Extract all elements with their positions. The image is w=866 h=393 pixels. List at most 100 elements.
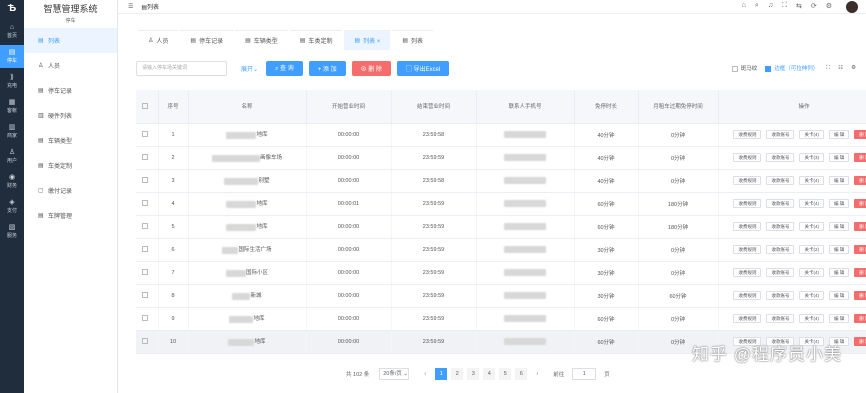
gate-button[interactable]: 关卡(4) <box>799 199 824 208</box>
row-checkbox[interactable] <box>142 315 149 322</box>
col-header[interactable]: 月租车过期免停时间 <box>638 90 719 124</box>
toolbar-icon[interactable]: ♫ <box>768 2 773 10</box>
toolbar-icon[interactable]: ⚙ <box>826 2 832 10</box>
fee-rules-button[interactable]: 收费规则 <box>733 314 762 323</box>
sidebar-item[interactable]: ▤ 列表 <box>24 28 117 53</box>
row-delete-button[interactable]: 删 除 <box>854 337 866 346</box>
payee-account-button[interactable]: 收款账号 <box>766 222 795 231</box>
fee-rules-button[interactable]: 收费规则 <box>733 291 762 300</box>
edit-button[interactable]: 编 辑 <box>828 291 850 300</box>
select-all-cell[interactable] <box>136 90 159 124</box>
tab[interactable]: ▤ 列表 <box>392 30 433 50</box>
row-delete-button[interactable]: 删 除 <box>854 222 866 231</box>
tab[interactable]: ▤ 停车记录 <box>180 30 234 50</box>
row-delete-button[interactable]: 删 除 <box>854 199 866 208</box>
page-number-button[interactable]: 5 <box>499 368 512 380</box>
fee-rules-button[interactable]: 收费规则 <box>733 130 762 139</box>
toolbar-icon[interactable]: ⌂ <box>742 2 746 10</box>
rail-item[interactable]: ⟫ 充电 <box>0 70 24 93</box>
col-header[interactable]: 名称 <box>188 90 307 124</box>
row-select-cell[interactable] <box>136 238 159 262</box>
col-header[interactable]: 序号 <box>158 90 189 124</box>
delete-button[interactable]: ⊗ 删 除 <box>351 60 391 76</box>
sidebar-item[interactable]: ▤ 车类定制 <box>24 153 117 178</box>
row-delete-button[interactable]: 删 除 <box>854 176 866 185</box>
col-header[interactable]: 免停时长 <box>574 90 639 124</box>
row-delete-button[interactable]: 删 除 <box>854 245 866 254</box>
add-button[interactable]: + 添 加 <box>308 60 346 76</box>
fee-rules-button[interactable]: 收费规则 <box>733 153 762 162</box>
row-checkbox[interactable] <box>142 292 149 299</box>
row-select-cell[interactable] <box>136 192 159 216</box>
fee-rules-button[interactable]: 收费规则 <box>733 176 762 185</box>
gate-button[interactable]: 关卡(4) <box>799 176 824 185</box>
rail-item[interactable]: ◈ 支付 <box>0 195 24 218</box>
goto-input[interactable]: 1 <box>572 368 597 380</box>
edit-button[interactable]: 编 辑 <box>828 314 850 323</box>
col-header[interactable]: 开始营业时间 <box>306 90 392 124</box>
rail-item[interactable]: ♙ 用户 <box>0 145 24 168</box>
row-select-cell[interactable] <box>136 284 159 308</box>
sidebar-item[interactable]: ▤ 车辆类型 <box>24 128 117 153</box>
page-size-select[interactable]: 20条/页 ⌄ <box>379 368 410 380</box>
prev-page-button[interactable]: ‹ <box>419 368 431 380</box>
fee-rules-button[interactable]: 收费规则 <box>733 245 762 254</box>
gate-button[interactable]: 关卡(4) <box>799 291 824 300</box>
fee-rules-button[interactable]: 收费规则 <box>733 268 762 277</box>
row-select-cell[interactable] <box>136 330 159 354</box>
edit-button[interactable]: 编 辑 <box>828 245 850 254</box>
gate-button[interactable]: 关卡(4) <box>799 314 824 323</box>
tab[interactable]: ▤ 车辆类型 <box>235 30 288 50</box>
page-number-button[interactable]: 6 <box>515 368 528 380</box>
payee-account-button[interactable]: 收款账号 <box>766 199 795 208</box>
row-checkbox[interactable] <box>142 200 149 207</box>
payee-account-button[interactable]: 收款账号 <box>766 245 795 254</box>
page-number-button[interactable]: 2 <box>451 368 464 380</box>
sidebar-item[interactable]: ▤ 车牌管理 <box>24 203 117 228</box>
tab[interactable]: ♙ 人员 <box>138 30 179 50</box>
table-row[interactable]: 9 地库 00:00:00 23:59:59 60分钟 0分钟 收费规则 收款账号 关卡(4) 编… <box>136 307 866 331</box>
gate-button[interactable]: 关卡(3) <box>799 153 824 162</box>
query-button[interactable]: ⌕ 查 询 <box>266 60 303 76</box>
toolbar-icon[interactable]: ⇆ <box>796 2 802 10</box>
avatar[interactable] <box>846 1 858 13</box>
table-row[interactable]: 2 画像车场 00:00:00 23:59:59 40分钟 0分钟 收费规则 收款账号 关卡(3… <box>136 146 866 170</box>
col-header[interactable]: 联系人手机号 <box>476 90 575 124</box>
row-select-cell[interactable] <box>136 215 159 239</box>
select-all-checkbox[interactable] <box>142 103 149 110</box>
payee-account-button[interactable]: 收款账号 <box>766 314 795 323</box>
edit-button[interactable]: 编 辑 <box>828 176 850 185</box>
table-row[interactable]: 1 地库 00:00:00 23:59:58 40分钟 0分钟 收费规则 收款账号 关卡(4) 编… <box>136 123 866 147</box>
row-select-cell[interactable] <box>136 146 159 170</box>
tab[interactable]: ▤ 列表 × <box>344 30 391 50</box>
gate-button[interactable]: 关卡(4) <box>799 268 824 277</box>
sidebar-item[interactable]: ▤ 停车记录 <box>24 78 117 103</box>
row-checkbox[interactable] <box>142 223 149 230</box>
gate-button[interactable]: 关卡(2) <box>799 245 824 254</box>
border-checkbox[interactable] <box>765 65 772 72</box>
row-delete-button[interactable]: 删 除 <box>854 153 866 162</box>
page-number-button[interactable]: 1 <box>435 368 448 380</box>
edit-button[interactable]: 编 辑 <box>828 222 850 231</box>
row-select-cell[interactable] <box>136 261 159 285</box>
row-checkbox[interactable] <box>142 154 149 161</box>
rail-item[interactable]: ◉ 财务 <box>0 170 24 193</box>
col-header[interactable]: 结束营业时间 <box>391 90 477 124</box>
next-page-button[interactable]: › <box>531 368 543 380</box>
row-checkbox[interactable] <box>142 246 149 253</box>
payee-account-button[interactable]: 收款账号 <box>766 176 795 185</box>
edit-button[interactable]: 编 辑 <box>828 130 850 139</box>
table-row[interactable]: 7 国际小区 00:00:00 23:59:59 30分钟 0分钟 收费规则 收款账号 关卡(4… <box>136 261 866 285</box>
rail-item[interactable]: ▤ 停车 <box>0 45 24 68</box>
page-number-button[interactable]: 3 <box>467 368 480 380</box>
expand-link[interactable]: 展开⌄ <box>241 64 258 73</box>
columns-icon[interactable]: ☷ <box>838 65 843 71</box>
zebra-toggle[interactable]: 斑马纹 <box>731 64 757 72</box>
tab[interactable]: ▤ 车类定制 <box>289 30 343 50</box>
edit-button[interactable]: 编 辑 <box>828 268 850 277</box>
table-row[interactable]: 3 别墅 00:00:00 23:59:58 40分钟 0分钟 收费规则 收款账号 关卡(4) 编… <box>136 169 866 193</box>
toolbar-icon[interactable]: ⟳ <box>811 2 817 10</box>
payee-account-button[interactable]: 收款账号 <box>766 268 795 277</box>
menu-toggle-icon[interactable]: ☰ <box>128 3 133 10</box>
row-delete-button[interactable]: 删 除 <box>854 130 866 139</box>
